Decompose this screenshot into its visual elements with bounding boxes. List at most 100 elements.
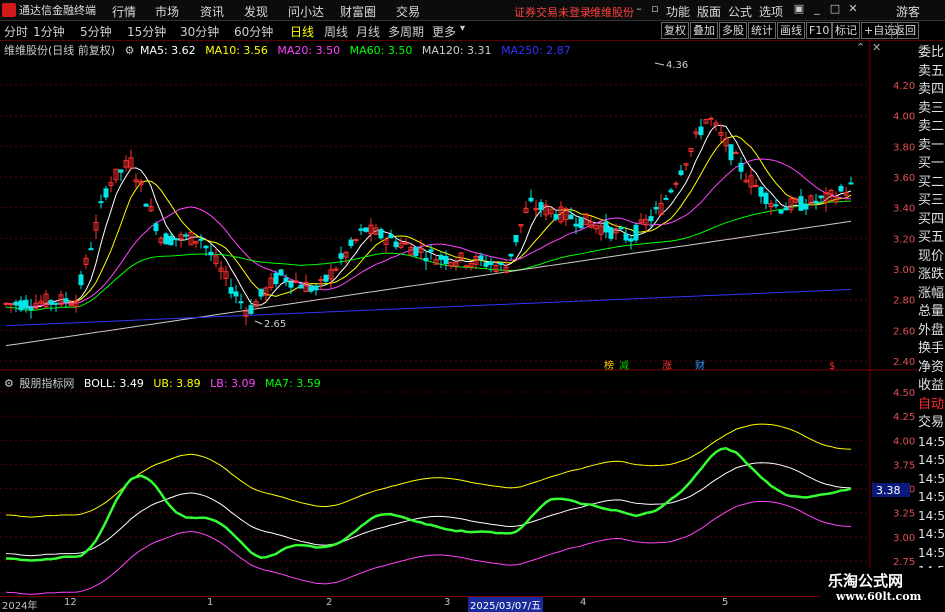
candle-body: [428, 249, 434, 252]
quote-panel-item[interactable]: 总量: [918, 303, 945, 322]
quote-panel-item[interactable]: 卖二: [918, 118, 945, 137]
period-multi[interactable]: 多周期: [388, 23, 424, 40]
quote-panel-item[interactable]: 买五: [918, 229, 945, 248]
chevron-down-icon[interactable]: ▾: [460, 23, 465, 34]
quote-panel-item[interactable]: 14:56: [918, 470, 945, 489]
quote-panel-item[interactable]: 买一: [918, 155, 945, 174]
candle-body: [163, 233, 169, 245]
quote-panel-item[interactable]: 卖四: [918, 81, 945, 100]
window-minimize-icon[interactable]: _: [810, 3, 824, 15]
draw-button[interactable]: 画线: [777, 22, 805, 39]
candle-body: [478, 255, 484, 260]
multi-stock-button[interactable]: 多股: [719, 22, 747, 39]
menu-item-quotes[interactable]: 行情: [112, 3, 136, 20]
window-close-icon[interactable]: ✕: [846, 3, 860, 15]
quote-panel-item[interactable]: 涨跌: [918, 266, 945, 285]
period-monthly[interactable]: 月线: [356, 23, 380, 40]
stats-button[interactable]: 统计: [748, 22, 776, 39]
period-daily[interactable]: 日线: [290, 23, 314, 40]
boll-tick: 2.75: [893, 557, 915, 568]
price-tick: 2.40: [893, 357, 915, 368]
period-more[interactable]: 更多: [432, 23, 456, 40]
menu-item-ask[interactable]: 问小达: [288, 3, 324, 20]
period-30min[interactable]: 30分钟: [180, 23, 219, 40]
screenshot-icon[interactable]: ▣: [792, 3, 806, 15]
mark-button[interactable]: 标记: [832, 22, 860, 39]
tag-bang[interactable]: 榜: [604, 359, 614, 372]
menu-item-wealth[interactable]: 财富圈: [340, 3, 376, 20]
window-maximize-icon[interactable]: □: [828, 3, 842, 15]
watermark: 乐淘公式网 www.60lt.com: [820, 568, 945, 609]
period-60min[interactable]: 60分钟: [234, 23, 273, 40]
candle-body: [258, 288, 264, 297]
layout-button[interactable]: 版面: [697, 3, 721, 20]
menu-item-trade[interactable]: 交易: [396, 3, 420, 20]
quote-panel-item[interactable]: 买四: [918, 211, 945, 230]
quote-panel-item[interactable]: 现价: [918, 248, 945, 267]
quote-panel-item[interactable]: 卖三: [918, 100, 945, 119]
quote-panel-item[interactable]: 14:56: [918, 507, 945, 526]
period-1min[interactable]: 1分钟: [33, 23, 65, 40]
guest-user[interactable]: 游客: [896, 3, 920, 20]
menu-item-news[interactable]: 资讯: [200, 3, 224, 20]
quote-panel-item[interactable]: 卖五: [918, 63, 945, 82]
function-button[interactable]: 功能: [666, 3, 690, 20]
candle-body: [393, 241, 399, 248]
boll-legend: ⚙ 殷朋指标网 BOLL: 3.49 UB: 3.89 LB: 3.09 MA7…: [4, 375, 327, 390]
tag-limitup[interactable]: 涨: [662, 360, 672, 372]
options-button[interactable]: 选项: [759, 3, 783, 20]
x-label: 12: [64, 597, 77, 608]
price-tick: 4.00: [893, 112, 915, 123]
quote-panel-item[interactable]: 收益: [918, 377, 945, 396]
formula-button[interactable]: 公式: [728, 3, 752, 20]
quote-panel-item[interactable]: 14:56: [918, 488, 945, 507]
quote-panel-item[interactable]: 交易: [918, 414, 945, 433]
x-label: 4: [580, 597, 587, 608]
minimize-panel-icon[interactable]: –: [632, 3, 646, 15]
quote-panel-item[interactable]: 买二: [918, 174, 945, 193]
settings-gear-icon[interactable]: ⚙: [4, 377, 14, 390]
quote-panel-item[interactable]: 14:56: [918, 544, 945, 563]
quote-panel-item[interactable]: 委比: [918, 44, 945, 63]
tag-reduce[interactable]: 减: [619, 360, 629, 372]
candle-body: [18, 300, 24, 311]
login-status[interactable]: 证券交易未登录: [514, 4, 591, 20]
period-weekly[interactable]: 周线: [324, 23, 348, 40]
candle-body: [708, 117, 714, 120]
quote-panel-item[interactable]: 14:56: [918, 433, 945, 452]
quote-panel-item[interactable]: 自动: [918, 396, 945, 415]
candle-body: [413, 246, 419, 256]
period-intraday[interactable]: 分时: [4, 23, 28, 40]
price-tick: 2.80: [893, 296, 915, 307]
candles: [3, 116, 854, 326]
candle-body: [618, 227, 624, 230]
quote-panel-item[interactable]: 买三: [918, 192, 945, 211]
candle-body: [288, 281, 294, 288]
candle-body: [738, 162, 744, 172]
candle-body: [488, 261, 494, 266]
period-5min[interactable]: 5分钟: [80, 23, 112, 40]
adjust-button[interactable]: 复权: [661, 22, 689, 39]
boll-current-value: 3.38: [876, 484, 901, 497]
ma120-line: [5, 220, 852, 347]
quote-panel-item[interactable]: 外盘: [918, 322, 945, 341]
overlay-button[interactable]: 叠加: [690, 22, 718, 39]
tag-dollar[interactable]: $: [829, 361, 835, 372]
tag-finance[interactable]: 财: [695, 359, 705, 372]
price-tick: 3.60: [893, 173, 915, 184]
candle-body: [238, 301, 244, 304]
period-15min[interactable]: 15分钟: [127, 23, 166, 40]
quote-panel-item[interactable]: 卖一: [918, 137, 945, 156]
quote-panel-item[interactable]: 14:56: [918, 451, 945, 470]
quote-panel-item[interactable]: 换手: [918, 340, 945, 359]
candle-body: [63, 298, 69, 303]
f10-button[interactable]: F10: [806, 22, 833, 39]
price-chart[interactable]: 4.36 2.65 榜 减 涨 财 $ 4.20 4.00 3.80 3.60 3.40…: [0, 40, 918, 597]
quote-panel-item[interactable]: 涨幅: [918, 285, 945, 304]
expand-panel-icon[interactable]: ▫: [648, 3, 662, 15]
back-button[interactable]: 返回: [891, 22, 919, 39]
quote-panel-item[interactable]: 净资: [918, 359, 945, 378]
menu-item-discover[interactable]: 发现: [244, 3, 268, 20]
menu-item-market[interactable]: 市场: [155, 3, 179, 20]
quote-panel-item[interactable]: 14:56: [918, 525, 945, 544]
